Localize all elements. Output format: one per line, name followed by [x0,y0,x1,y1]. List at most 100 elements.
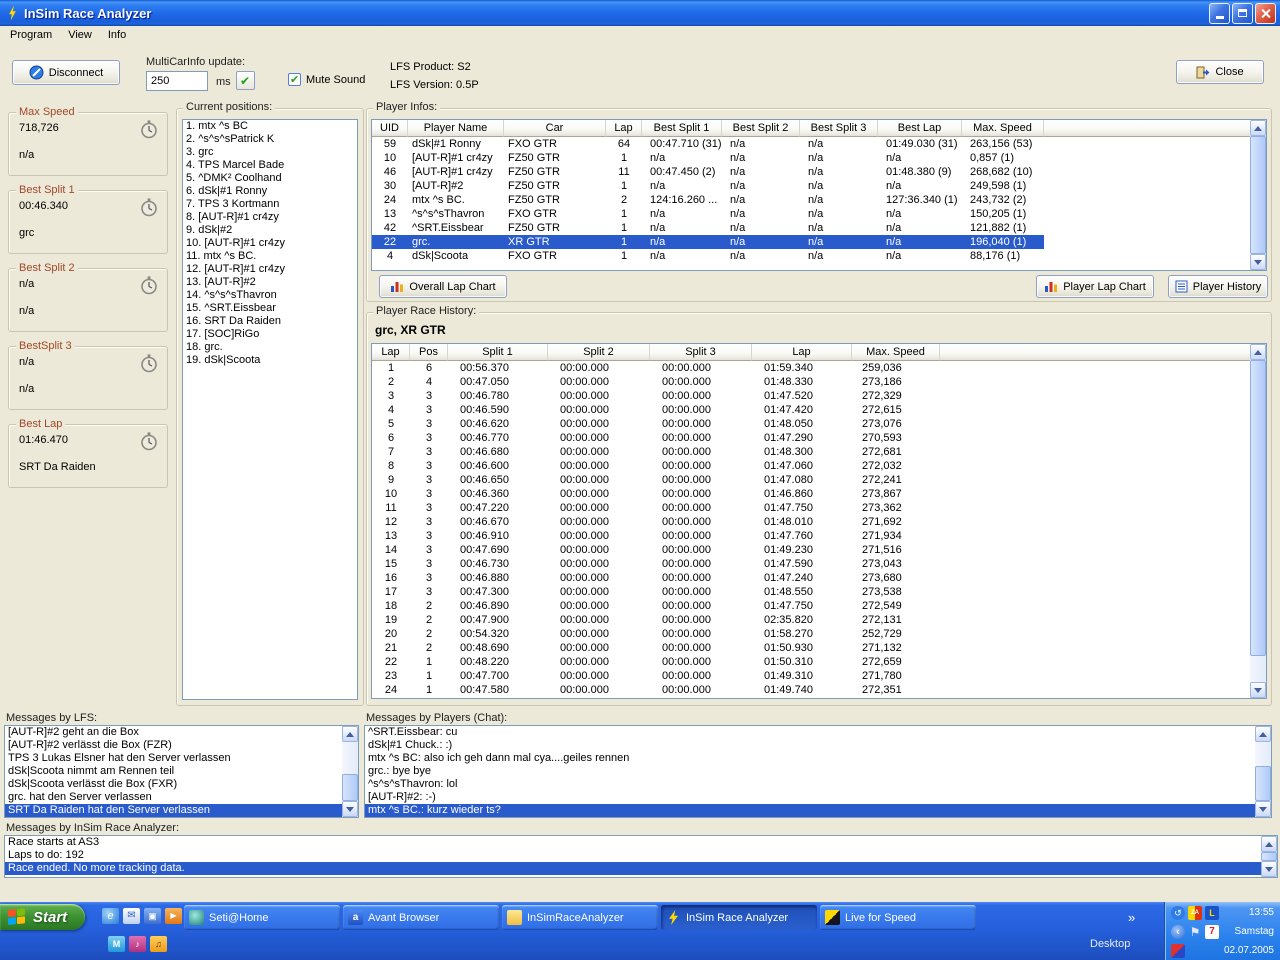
table-row[interactable]: 22 1 00:48.220 00:00.000 00:00.000 01:50.310 2… [372,655,940,669]
table-row[interactable]: 20 2 00:54.320 00:00.000 00:00.000 01:58.270 2… [372,627,940,641]
table-row[interactable]: 15 3 00:46.730 00:00.000 00:00.000 01:47.590 2… [372,557,940,571]
minimize-button[interactable] [1209,2,1230,24]
table-row[interactable]: 14 3 00:47.690 00:00.000 00:00.000 01:49.230 2… [372,543,940,557]
scroll-track[interactable] [1250,136,1266,254]
scroll-track[interactable] [342,742,358,801]
player-infos-scrollbar[interactable] [1250,120,1266,270]
message-item[interactable]: mtx ^s BC: also ich geh dann mal cya....… [365,752,1271,765]
column-header[interactable]: Split 3 [650,344,752,361]
menu-item-program[interactable]: Program [2,27,60,43]
mute-sound-checkbox[interactable]: Mute Sound [288,73,365,86]
position-item[interactable]: 15. ^SRT.Eissbear [183,302,357,315]
table-row[interactable]: 7 3 00:46.680 00:00.000 00:00.000 01:48.300 27… [372,445,940,459]
table-row[interactable]: 8 3 00:46.600 00:00.000 00:00.000 01:47.060 27… [372,459,940,473]
folder-icon[interactable] [507,910,522,925]
scroll-up-button[interactable] [1250,120,1266,136]
table-row[interactable]: 30 [AUT-R]#2 FZ50 GTR 1 n/a n/a n/a n/a 249,598 … [372,179,1044,193]
overflow-chevron[interactable]: » [1128,910,1135,925]
taskbar-button[interactable]: Live for Speed [820,905,976,930]
scroll-down-button[interactable] [1250,254,1266,270]
internet-explorer-icon[interactable]: e [102,908,119,924]
menu-item-view[interactable]: View [60,27,100,43]
table-row[interactable]: 21 2 00:48.690 00:00.000 00:00.000 01:50.930 2… [372,641,940,655]
message-item[interactable]: dSk|Scoota nimmt am Rennen teil [5,765,358,778]
scroll-up-button[interactable] [342,726,358,742]
table-row[interactable]: 2 4 00:47.050 00:00.000 00:00.000 01:48.330 27… [372,375,940,389]
message-item[interactable]: grc. hat den Server verlassen [5,791,358,804]
position-item[interactable]: 12. [AUT-R]#1 cr4zy [183,263,357,276]
hide-icons-chevron[interactable]: ‹ [1171,924,1185,939]
position-item[interactable]: 9. dSk|#2 [183,224,357,237]
position-item[interactable]: 3. grc [183,146,357,159]
maximize-button[interactable] [1232,2,1253,24]
messages-chat-scrollbar[interactable] [1255,726,1271,817]
close-app-button[interactable]: Close [1176,60,1264,84]
alert-icon[interactable] [1171,943,1185,958]
desktop-toolbar-label[interactable]: Desktop [1090,938,1130,950]
table-row[interactable]: 23 1 00:47.700 00:00.000 00:00.000 01:49.310 2… [372,669,940,683]
scroll-down-button[interactable] [1250,682,1266,698]
table-row[interactable]: 22 grc. XR GTR 1 n/a n/a n/a n/a 196,040 (1) [372,235,1044,249]
scroll-track[interactable] [1261,852,1277,861]
table-row[interactable]: 6 3 00:46.770 00:00.000 00:00.000 01:47.290 27… [372,431,940,445]
messages-lfs-scrollbar[interactable] [342,726,358,817]
table-row[interactable]: 19 2 00:47.900 00:00.000 00:00.000 02:35.820 2… [372,613,940,627]
apply-update-button[interactable] [236,71,255,90]
overall-lap-chart-button[interactable]: Overall Lap Chart [379,275,507,298]
scroll-track[interactable] [1250,360,1266,682]
table-row[interactable]: 24 1 00:47.580 00:00.000 00:00.000 01:49.740 2… [372,683,940,697]
scroll-thumb[interactable] [1255,765,1271,801]
column-header[interactable]: Best Split 1 [642,120,722,137]
table-row[interactable]: 4 3 00:46.590 00:00.000 00:00.000 01:47.420 27… [372,403,940,417]
disconnect-button[interactable]: Disconnect [12,60,120,85]
seven-icon[interactable]: 7 [1205,924,1219,939]
column-header[interactable]: Lap [752,344,852,361]
position-item[interactable]: 14. ^s^s^sThavron [183,289,357,302]
message-item[interactable]: [AUT-R]#2 geht an die Box [5,726,358,739]
message-item[interactable]: TPS 3 Lukas Elsner hat den Server verlas… [5,752,358,765]
lfs-bolt-icon[interactable]: L [1205,905,1219,920]
taskbar-button[interactable]: a Avant Browser [343,905,499,930]
message-item[interactable]: Race ended. No more tracking data. [5,862,1277,875]
flag-icon[interactable]: ⚑ [1188,925,1202,939]
table-row[interactable]: 13 3 00:46.910 00:00.000 00:00.000 01:47.760 2… [372,529,940,543]
scroll-thumb[interactable] [1250,136,1266,254]
column-header[interactable]: UID [372,120,408,137]
message-item[interactable]: ^SRT.Eissbear: cu [365,726,1271,739]
media-icon[interactable]: ♪ [129,936,146,952]
insim-icon[interactable] [669,910,678,925]
column-header[interactable]: Max. Speed [962,120,1044,137]
position-item[interactable]: 6. dSk|#1 Ronny [183,185,357,198]
msn-icon[interactable]: M [108,936,125,952]
table-row[interactable]: 17 3 00:47.300 00:00.000 00:00.000 01:48.550 2… [372,585,940,599]
menu-item-info[interactable]: Info [100,27,134,43]
scroll-up-button[interactable] [1255,726,1271,742]
message-item[interactable]: Laps to do: 192 [5,849,1277,862]
table-row[interactable]: 12 3 00:46.670 00:00.000 00:00.000 01:48.010 2… [372,515,940,529]
scroll-up-button[interactable] [1261,836,1277,852]
table-row[interactable]: 16 3 00:46.880 00:00.000 00:00.000 01:47.240 2… [372,571,940,585]
table-row[interactable]: 24 mtx ^s BC. FZ50 GTR 2 124:16.260 ... n/a n/… [372,193,1044,207]
scroll-down-button[interactable] [1255,801,1271,817]
table-row[interactable]: 10 3 00:46.360 00:00.000 00:00.000 01:46.860 2… [372,487,940,501]
column-header[interactable]: Max. Speed [852,344,940,361]
position-item[interactable]: 16. SRT Da Raiden [183,315,357,328]
position-item[interactable]: 13. [AUT-R]#2 [183,276,357,289]
table-row[interactable]: 42 ^SRT.Eissbear FZ50 GTR 1 n/a n/a n/a n/a 121,… [372,221,1044,235]
messages-insim-scrollbar[interactable] [1261,836,1277,877]
close-window-button[interactable] [1255,2,1276,24]
avant-icon[interactable]: a [348,910,363,925]
table-row[interactable]: 5 3 00:46.620 00:00.000 00:00.000 01:48.050 27… [372,417,940,431]
seti-icon[interactable] [189,910,204,925]
start-button[interactable]: Start [0,904,86,930]
multicar-input[interactable] [146,71,208,91]
media-player-icon[interactable]: ▶ [165,908,182,924]
position-item[interactable]: 5. ^DMK² Coolhand [183,172,357,185]
table-row[interactable]: 18 2 00:46.890 00:00.000 00:00.000 01:47.750 2… [372,599,940,613]
scroll-down-button[interactable] [342,801,358,817]
taskbar-button[interactable]: InSimRaceAnalyzer [502,905,658,930]
column-header[interactable]: Lap [606,120,642,137]
message-item[interactable]: [AUT-R]#2 verlässt die Box (FZR) [5,739,358,752]
zonealarm-icon[interactable]: ZA [1188,905,1202,920]
taskbar-button[interactable]: InSim Race Analyzer [661,905,817,930]
